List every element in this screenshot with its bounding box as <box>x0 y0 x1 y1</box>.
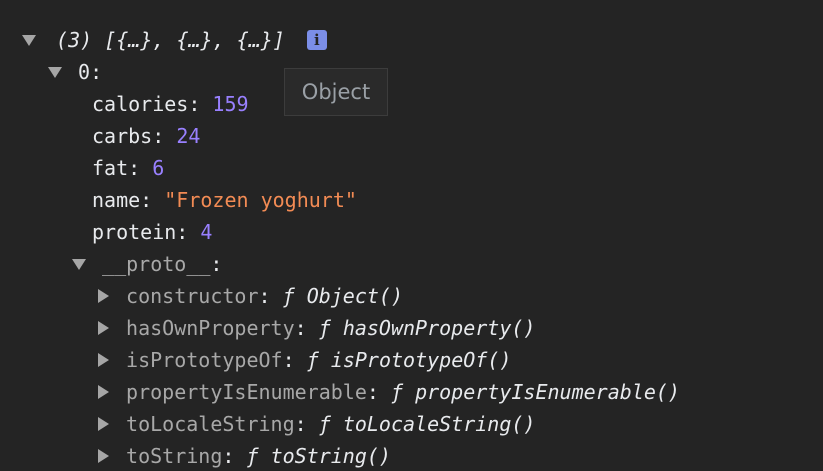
item-0-row[interactable]: 0: <box>48 56 102 88</box>
proto-member-row[interactable]: hasOwnProperty: ƒ hasOwnProperty() <box>98 312 535 344</box>
property-value: 6 <box>152 156 165 180</box>
function-symbol: ƒ <box>318 412 331 436</box>
property-row: carbs: 24 <box>92 124 201 148</box>
proto-member-row[interactable]: isPrototypeOf: ƒ isPrototypeOf() <box>98 344 511 376</box>
property-row: calories: 159 <box>92 92 249 116</box>
property-value: "Frozen yoghurt" <box>164 188 357 212</box>
collapse-triangle-icon[interactable] <box>98 353 109 367</box>
info-icon[interactable]: i <box>306 29 327 50</box>
member-function: Object() <box>306 284 404 308</box>
member-function: propertyIsEnumerable() <box>415 380 680 404</box>
collapse-triangle-icon[interactable] <box>98 417 109 431</box>
member-key: constructor <box>126 284 259 308</box>
proto-member-row[interactable]: constructor: ƒ Object() <box>98 280 403 312</box>
expand-triangle-icon[interactable] <box>72 258 86 270</box>
function-symbol: ƒ <box>318 316 331 340</box>
property-key: protein <box>92 220 177 244</box>
proto-row[interactable]: __proto__: <box>72 248 222 280</box>
property-key: name <box>92 188 141 212</box>
member-key: hasOwnProperty <box>126 316 295 340</box>
collapse-triangle-icon[interactable] <box>98 385 109 399</box>
member-function: toLocaleString() <box>342 412 536 436</box>
property-key: fat <box>92 156 129 180</box>
member-function: hasOwnProperty() <box>342 316 536 340</box>
property-row: fat: 6 <box>92 156 165 180</box>
function-symbol: ƒ <box>390 380 404 404</box>
member-function: toString() <box>270 444 391 468</box>
proto-member-row[interactable]: propertyIsEnumerable: ƒ propertyIsEnumer… <box>98 376 680 408</box>
property-row: protein: 4 <box>92 220 213 244</box>
function-symbol: ƒ <box>246 444 259 468</box>
proto-member-row[interactable]: toString: ƒ toString() <box>98 440 391 471</box>
console-panel: (3) [{…}, {…}, {…}] i 0: calories: 159 c… <box>0 0 823 471</box>
proto-label: __proto__ <box>102 252 211 276</box>
array-root-row[interactable]: (3) [{…}, {…}, {…}] i <box>22 24 327 56</box>
member-key: toString <box>126 444 223 468</box>
collapse-triangle-icon[interactable] <box>98 289 109 303</box>
proto-member-row[interactable]: toLocaleString: ƒ toLocaleString() <box>98 408 535 440</box>
member-key: toLocaleString <box>126 412 295 436</box>
member-function: isPrototypeOf() <box>330 348 512 372</box>
hover-tooltip: Object <box>284 68 388 116</box>
item-index: 0 <box>78 60 91 84</box>
function-symbol: ƒ <box>282 284 295 308</box>
property-key: calories <box>92 92 189 116</box>
collapse-triangle-icon[interactable] <box>98 321 109 335</box>
member-key: isPrototypeOf <box>126 348 283 372</box>
property-value: 4 <box>200 220 213 244</box>
expand-triangle-icon[interactable] <box>48 66 62 78</box>
property-row: name: "Frozen yoghurt" <box>92 188 357 212</box>
member-key: propertyIsEnumerable <box>126 380 367 404</box>
collapse-triangle-icon[interactable] <box>98 449 109 463</box>
expand-triangle-icon[interactable] <box>22 34 36 46</box>
property-value: 159 <box>212 92 249 116</box>
function-symbol: ƒ <box>306 348 319 372</box>
array-summary: (3) [{…}, {…}, {…}] <box>56 28 285 52</box>
property-value: 24 <box>176 124 201 148</box>
property-key: carbs <box>92 124 153 148</box>
